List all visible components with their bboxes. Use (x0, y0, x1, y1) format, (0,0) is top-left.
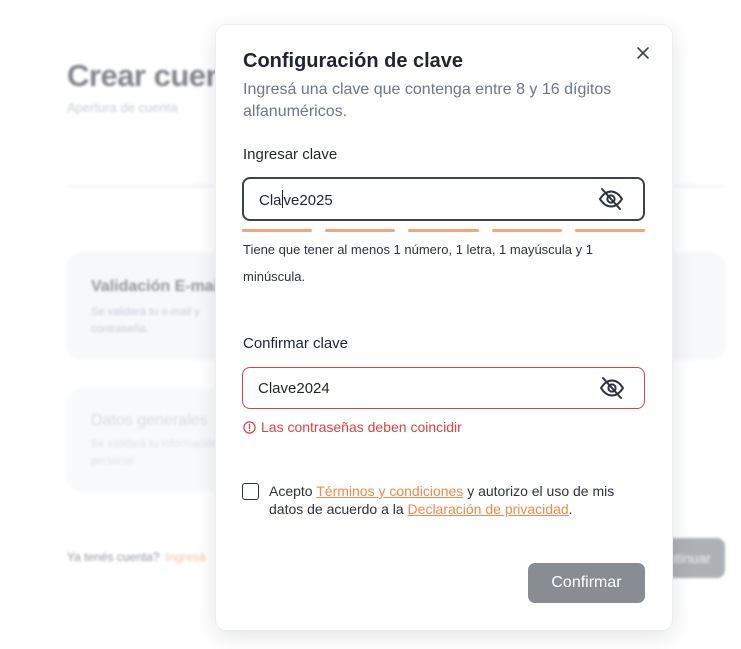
eye-off-icon[interactable] (597, 185, 625, 213)
terms-prefix: Acepto (269, 483, 313, 499)
step-card-title: Validación E-mail (91, 278, 223, 295)
strength-segment (574, 229, 646, 232)
close-icon[interactable] (632, 42, 654, 64)
password-input[interactable]: Cla ve2025 (242, 177, 645, 221)
login-prompt-text: Ya tenés cuenta? (67, 550, 160, 564)
password-hint: Tiene que tener al menos 1 número, 1 let… (243, 242, 593, 284)
modal-title: Configuración de clave (243, 50, 464, 72)
password-mismatch-error: Las contraseñas deben coincidir (243, 419, 462, 435)
step-card-title: Datos generales (91, 412, 208, 429)
password-value: Cla ve2025 (259, 189, 333, 209)
step-card-text: Se validará tu e-mail y contraseña. (91, 306, 200, 335)
terms-suffix: . (568, 501, 573, 517)
terms-link[interactable]: Términos y condiciones (316, 483, 463, 499)
confirm-button[interactable]: Confirmar (528, 563, 645, 603)
step-card-text: Se validará tu información personal (91, 438, 219, 467)
strength-segment (242, 229, 313, 232)
password-strength-meter (242, 229, 646, 232)
error-text: Las contraseñas deben coincidir (261, 419, 462, 435)
confirm-password-value: Clave2024 (258, 379, 330, 397)
password-value-start: Cla (259, 191, 282, 209)
terms-checkbox[interactable] (242, 483, 259, 500)
strength-segment (408, 229, 479, 232)
info-circle-icon (243, 420, 256, 434)
strength-segment (325, 229, 396, 232)
page-subtitle: Apertura de cuenta (67, 100, 178, 115)
eye-off-icon[interactable] (598, 374, 626, 402)
text-caret (281, 189, 283, 208)
strength-segment (491, 229, 562, 232)
login-link: Ingresá (165, 550, 206, 564)
modal-description: Ingresá una clave que contenga entre 8 y… (243, 81, 612, 120)
password-config-modal: Configuración de clave Ingresá una clave… (216, 25, 672, 630)
confirm-password-input[interactable]: Clave2024 (242, 367, 645, 409)
password-value-end: ve2025 (283, 191, 333, 209)
password-label: Ingresar clave (243, 146, 338, 163)
login-prompt: Ya tenés cuenta? Ingresá (67, 550, 206, 564)
confirm-password-label: Confirmar clave (243, 335, 349, 352)
terms-row: Acepto Términos y condiciones y autorizo… (242, 482, 652, 518)
terms-text: Acepto Términos y condiciones y autorizo… (269, 482, 652, 518)
privacy-link[interactable]: Declaración de privacidad (408, 501, 569, 517)
